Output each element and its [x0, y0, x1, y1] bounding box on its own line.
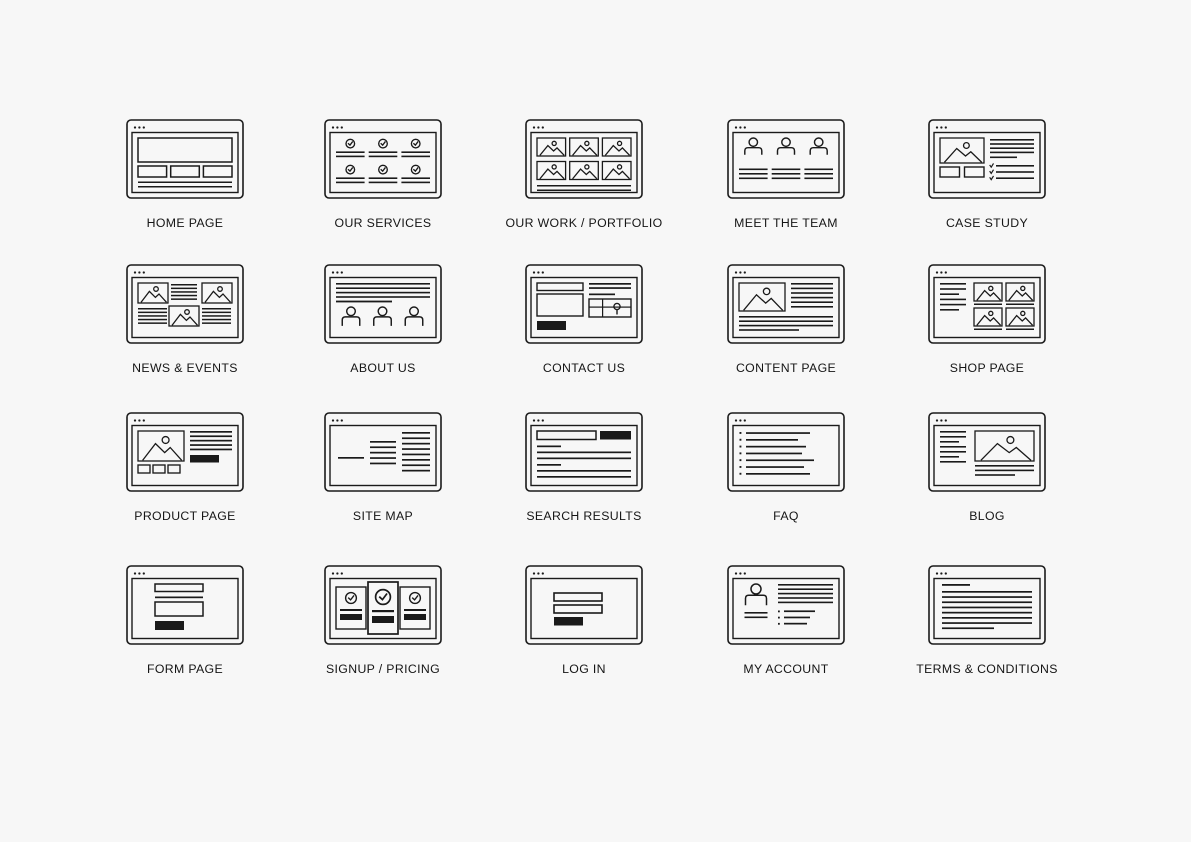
browser-image-text-checklist-icon[interactable] [877, 112, 1097, 207]
wireframe-browser [525, 411, 643, 492]
icon-cell-site-map[interactable]: SITE MAP [273, 405, 493, 523]
browser-searchbar-results-icon[interactable] [474, 405, 694, 500]
icon-cell-log-in[interactable]: LOG IN [474, 558, 694, 676]
icon-label-news-events: NEWS & EVENTS [132, 361, 238, 375]
icon-cell-product-page[interactable]: PRODUCT PAGE [75, 405, 295, 523]
icon-grid: HOME PAGE OUR SERVICES OUR WORK / PORTFO… [0, 0, 1191, 842]
icon-cell-home-page[interactable]: HOME PAGE [75, 112, 295, 230]
icon-cell-news-events[interactable]: NEWS & EVENTS [75, 257, 295, 375]
browser-login-fields-button-icon[interactable] [474, 558, 694, 653]
browser-text-three-avatars-icon[interactable] [273, 257, 493, 352]
wireframe-browser [928, 263, 1046, 344]
icon-cell-about-us[interactable]: ABOUT US [273, 257, 493, 375]
icon-cell-signup-pricing[interactable]: SIGNUP / PRICING [273, 558, 493, 676]
browser-text-document-icon[interactable] [877, 558, 1097, 653]
icon-label-about-us: ABOUT US [350, 361, 416, 375]
icon-cell-contact-us[interactable]: CONTACT US [474, 257, 694, 375]
wireframe-browser [727, 263, 845, 344]
wireframe-browser [928, 411, 1046, 492]
wireframe-browser [126, 118, 244, 199]
wireframe-browser [126, 411, 244, 492]
icon-label-signup-pricing: SIGNUP / PRICING [325, 662, 440, 676]
icon-cell-terms-conditions[interactable]: TERMS & CONDITIONS [877, 558, 1097, 676]
icon-label-meet-the-team: MEET THE TEAM [734, 216, 838, 230]
icon-cell-case-study[interactable]: CASE STUDY [877, 112, 1097, 230]
browser-sidebar-four-products-icon[interactable] [877, 257, 1097, 352]
wireframe-browser [525, 564, 643, 645]
icon-label-our-services: OUR SERVICES [334, 216, 432, 230]
icon-label-terms-conditions: TERMS & CONDITIONS [916, 662, 1058, 676]
wireframe-browser [126, 564, 244, 645]
icon-cell-my-account[interactable]: MY ACCOUNT [676, 558, 896, 676]
icon-label-contact-us: CONTACT US [542, 361, 626, 375]
browser-image-left-text-icon[interactable] [676, 257, 896, 352]
icon-cell-content-page[interactable]: CONTENT PAGE [676, 257, 896, 375]
browser-sidebar-image-post-icon[interactable] [877, 405, 1097, 500]
browser-three-avatars-icon[interactable] [676, 112, 896, 207]
browser-tree-columns-icon[interactable] [273, 405, 493, 500]
wireframe-browser [727, 564, 845, 645]
wireframe-browser [525, 263, 643, 344]
wireframe-browser [324, 411, 442, 492]
wireframe-browser [126, 263, 244, 344]
icon-label-log-in: LOG IN [562, 662, 606, 676]
wireframe-browser [727, 118, 845, 199]
icon-label-faq: FAQ [773, 509, 799, 523]
wireframe-browser [324, 263, 442, 344]
wireframe-browser [525, 118, 643, 199]
browser-form-map-pin-icon[interactable] [474, 257, 694, 352]
browser-form-fields-submit-icon[interactable] [75, 558, 295, 653]
browser-six-image-grid-icon[interactable] [474, 112, 694, 207]
icon-cell-blog[interactable]: BLOG [877, 405, 1097, 523]
icon-label-shop-page: SHOP PAGE [949, 361, 1025, 375]
icon-cell-faq[interactable]: FAQ [676, 405, 896, 523]
browser-avatar-details-list-icon[interactable] [676, 558, 896, 653]
icon-label-form-page: FORM PAGE [146, 662, 224, 676]
wireframe-browser [324, 564, 442, 645]
icon-cell-our-work-portfolio[interactable]: OUR WORK / PORTFOLIO [474, 112, 694, 230]
browser-product-thumbs-cta-icon[interactable] [75, 405, 295, 500]
icon-cell-search-results[interactable]: SEARCH RESULTS [474, 405, 694, 523]
icon-cell-form-page[interactable]: FORM PAGE [75, 558, 295, 676]
wireframe-browser [928, 118, 1046, 199]
browser-hero-three-cards-icon[interactable] [75, 112, 295, 207]
icon-label-site-map: SITE MAP [352, 509, 414, 523]
browser-six-check-items-icon[interactable] [273, 112, 493, 207]
icon-label-blog: BLOG [969, 509, 1005, 523]
icon-label-content-page: CONTENT PAGE [735, 361, 837, 375]
wireframe-browser [727, 411, 845, 492]
icon-cell-our-services[interactable]: OUR SERVICES [273, 112, 493, 230]
icon-label-home-page: HOME PAGE [146, 216, 224, 230]
icon-label-my-account: MY ACCOUNT [743, 662, 829, 676]
icon-label-search-results: SEARCH RESULTS [526, 509, 642, 523]
icon-label-product-page: PRODUCT PAGE [134, 509, 236, 523]
icon-label-our-work-portfolio: OUR WORK / PORTFOLIO [505, 216, 663, 230]
icon-cell-shop-page[interactable]: SHOP PAGE [877, 257, 1097, 375]
browser-three-images-text-icon[interactable] [75, 257, 295, 352]
icon-label-case-study: CASE STUDY [945, 216, 1029, 230]
browser-bulleted-list-icon[interactable] [676, 405, 896, 500]
wireframe-browser [324, 118, 442, 199]
wireframe-browser [928, 564, 1046, 645]
browser-three-pricing-tiers-icon[interactable] [273, 558, 493, 653]
icon-cell-meet-the-team[interactable]: MEET THE TEAM [676, 112, 896, 230]
